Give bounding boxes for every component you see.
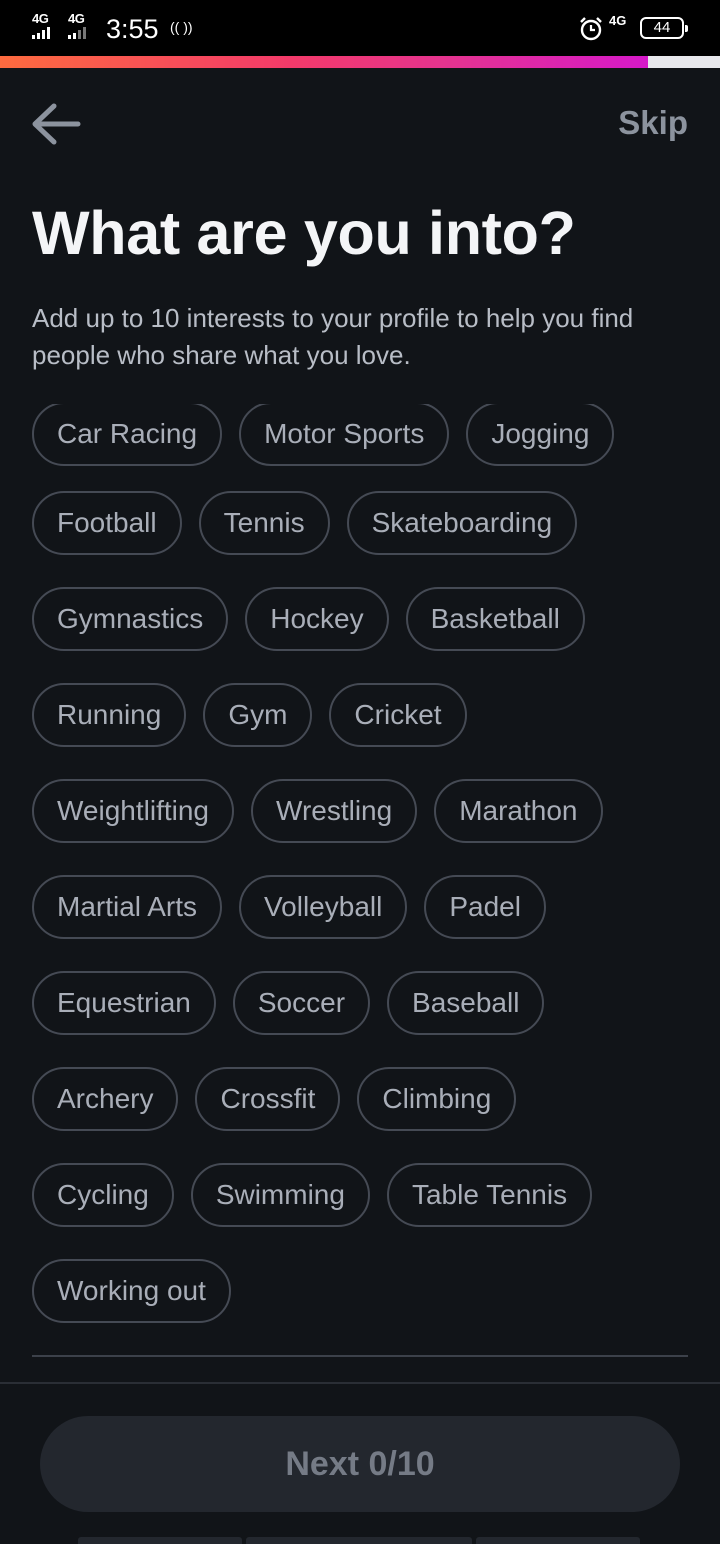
interest-chip[interactable]: Equestrian	[32, 971, 216, 1035]
arrow-left-icon	[32, 103, 81, 145]
interest-chip[interactable]: Skateboarding	[346, 491, 578, 555]
interest-chip[interactable]: Gymnastics	[32, 587, 229, 651]
next-button[interactable]: Next 0/10	[40, 1416, 680, 1512]
chip-row: Archery Crossfit Climbing	[32, 1067, 517, 1131]
alarm-icon	[580, 17, 602, 41]
chip-row: Car Racing Motor Sports Jogging	[32, 404, 615, 466]
hotspot-icon: (( ))	[170, 19, 193, 35]
interest-chip[interactable]: Hockey	[245, 587, 389, 651]
interest-chip[interactable]: Gym	[203, 683, 313, 747]
interest-chip[interactable]: Car Racing	[32, 404, 223, 466]
interest-chip[interactable]: Swimming	[190, 1163, 370, 1227]
nav-bar-shadow	[476, 1537, 640, 1544]
chip-row: Equestrian Soccer Baseball	[32, 971, 545, 1035]
interest-chip[interactable]: Cricket	[329, 683, 467, 747]
page-subtitle: Add up to 10 interests to your profile t…	[32, 303, 634, 370]
network-type-label: 4G	[68, 11, 85, 26]
chip-row: Cycling Swimming Table Tennis	[32, 1163, 593, 1227]
chip-row: Football Tennis Skateboarding	[32, 491, 578, 555]
interest-chip[interactable]: Working out	[32, 1259, 231, 1323]
interest-chip[interactable]: Motor Sports	[239, 404, 450, 466]
network-type-label: 4G	[609, 13, 627, 28]
divider	[0, 1382, 720, 1384]
divider	[32, 1355, 688, 1357]
back-button[interactable]	[28, 100, 84, 150]
interest-chip[interactable]: Wrestling	[251, 779, 418, 843]
chip-row: Working out	[32, 1259, 231, 1323]
interest-chip[interactable]: Basketball	[405, 587, 585, 651]
interest-chip[interactable]: Table Tennis	[386, 1163, 593, 1227]
interest-chip[interactable]: Soccer	[232, 971, 371, 1035]
interest-chip[interactable]: Tennis	[198, 491, 330, 555]
interest-chip[interactable]: Padel	[424, 875, 546, 939]
interest-chip[interactable]: Marathon	[434, 779, 603, 843]
progress-bar-fill	[0, 56, 648, 68]
chip-row: Martial Arts Volleyball Padel	[32, 875, 546, 939]
interest-chip[interactable]: Running	[32, 683, 187, 747]
interest-chip[interactable]: Football	[32, 491, 182, 555]
interest-chip[interactable]: Cycling	[32, 1163, 174, 1227]
skip-button[interactable]: Skip	[618, 104, 688, 142]
interests-screen: 4G 4G 3:55 (( )) 4G 44 Skip What are you…	[0, 0, 720, 1544]
interest-chip[interactable]: Volleyball	[239, 875, 408, 939]
interest-chip[interactable]: Crossfit	[195, 1067, 341, 1131]
interest-chip[interactable]: Climbing	[357, 1067, 517, 1131]
chip-row: Running Gym Cricket	[32, 683, 467, 747]
nav-bar-shadow	[246, 1537, 472, 1544]
interest-chip[interactable]: Jogging	[466, 404, 615, 466]
page-title: What are you into?	[32, 199, 576, 267]
interest-chip[interactable]: Archery	[32, 1067, 179, 1131]
interest-chip[interactable]: Baseball	[387, 971, 545, 1035]
interests-list[interactable]: Car Racing Motor Sports Jogging Football…	[0, 404, 720, 1324]
interest-chip[interactable]: Weightlifting	[32, 779, 235, 843]
nav-bar-shadow	[78, 1537, 242, 1544]
status-bar: 4G 4G 3:55 (( )) 4G 44	[0, 0, 720, 56]
chip-row: Weightlifting Wrestling Marathon	[32, 779, 603, 843]
signal-sim1-icon: 4G	[32, 12, 50, 39]
interest-chip[interactable]: Martial Arts	[32, 875, 223, 939]
battery-icon: 44	[640, 17, 688, 39]
status-time: 3:55	[106, 14, 159, 44]
signal-sim2-icon: 4G	[68, 12, 86, 39]
chip-row: Gymnastics Hockey Basketball	[32, 587, 585, 651]
onboarding-progress-bar	[0, 56, 720, 68]
network-type-label: 4G	[32, 11, 49, 26]
